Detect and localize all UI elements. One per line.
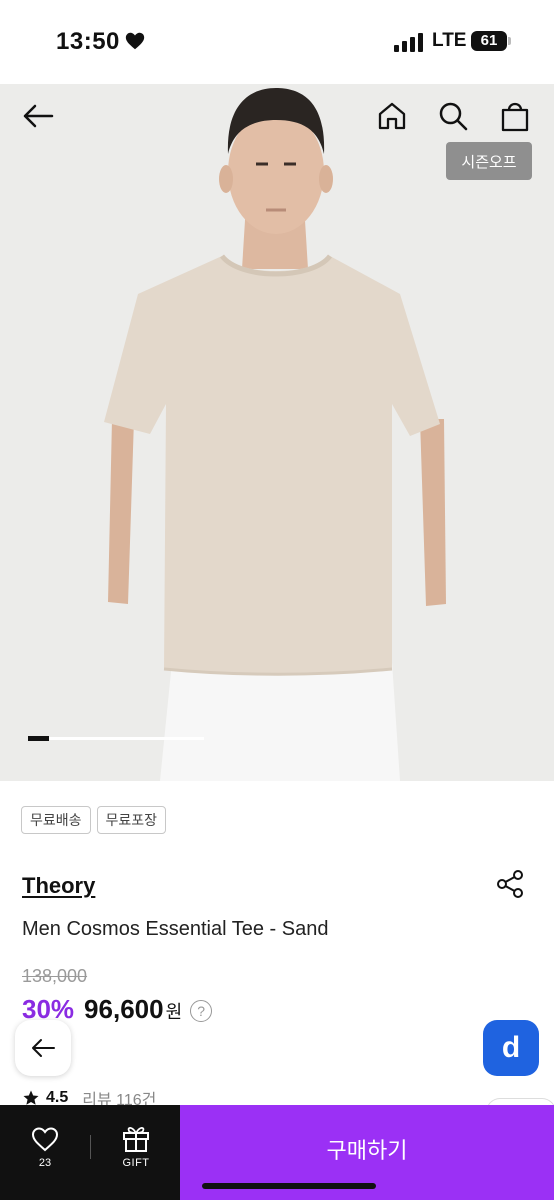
status-time: 13:50 bbox=[56, 28, 120, 55]
status-bar: 13:50 LTE 61 bbox=[0, 0, 554, 84]
gift-label: GIFT bbox=[122, 1157, 150, 1169]
back-arrow-icon bbox=[32, 1039, 55, 1057]
gift-button[interactable]: GIFT bbox=[92, 1105, 180, 1200]
heart-outline-icon bbox=[31, 1127, 59, 1152]
signal-icon bbox=[394, 33, 423, 52]
sale-price: 96,600 bbox=[84, 994, 164, 1024]
app-badge-letter: d bbox=[501, 1031, 521, 1064]
brand-link[interactable]: Theory bbox=[22, 873, 95, 899]
like-button[interactable]: 23 bbox=[0, 1105, 90, 1200]
network-label: LTE bbox=[432, 30, 467, 51]
tag-free-wrapping: 무료포장 bbox=[96, 806, 167, 834]
floating-back-button[interactable] bbox=[15, 1020, 71, 1076]
gift-icon bbox=[123, 1126, 149, 1152]
heart-icon bbox=[125, 32, 145, 50]
search-icon bbox=[439, 102, 468, 131]
carousel-progress bbox=[28, 736, 204, 741]
search-button[interactable] bbox=[431, 94, 475, 138]
currency-label: 원 bbox=[165, 1002, 183, 1022]
product-name: Men Cosmos Essential Tee - Sand bbox=[22, 918, 329, 940]
battery-cap bbox=[508, 37, 511, 45]
buy-button-label: 구매하기 bbox=[326, 1138, 408, 1163]
season-off-badge: 시즌오프 bbox=[446, 142, 532, 180]
battery-level: 61 bbox=[480, 32, 498, 49]
tag-free-shipping: 무료배송 bbox=[21, 806, 91, 834]
home-button[interactable] bbox=[370, 94, 414, 138]
shipping-tags: 무료배송 무료포장 bbox=[21, 806, 167, 834]
cart-button[interactable] bbox=[493, 94, 537, 138]
divider bbox=[90, 1135, 91, 1159]
like-count: 23 bbox=[38, 1157, 52, 1169]
original-price: 138,000 bbox=[22, 966, 88, 986]
home-icon bbox=[378, 102, 406, 130]
battery-icon: 61 bbox=[471, 31, 507, 51]
back-button[interactable] bbox=[16, 94, 60, 138]
home-indicator bbox=[202, 1183, 376, 1189]
carousel-progress-fill bbox=[28, 736, 50, 741]
help-icon[interactable]: ? bbox=[190, 1000, 213, 1022]
share-icon[interactable] bbox=[494, 868, 526, 900]
product-image-carousel[interactable]: 시즌오프 bbox=[0, 84, 554, 781]
app-badge-button[interactable]: d bbox=[483, 1020, 539, 1076]
product-photo bbox=[104, 88, 446, 781]
shopping-bag-icon bbox=[501, 102, 529, 132]
back-arrow-icon bbox=[23, 104, 54, 128]
